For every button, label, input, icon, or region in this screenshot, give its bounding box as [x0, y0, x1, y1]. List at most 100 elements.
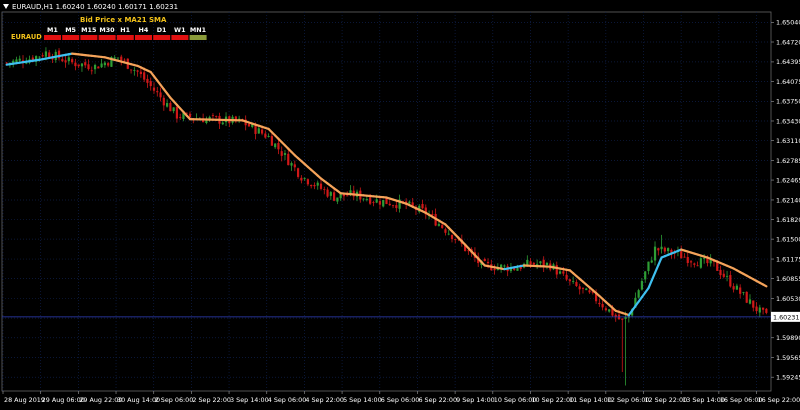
candle-body: [516, 268, 518, 271]
candle-body: [81, 64, 83, 67]
candle-body: [641, 281, 643, 290]
candle-body: [582, 288, 584, 289]
timeframe-label-h1: H1: [120, 26, 130, 34]
timeframe-label-w1: W1: [174, 26, 186, 34]
candle-body: [25, 63, 27, 64]
timeframe-status-m30[interactable]: [99, 35, 116, 40]
y-tick-label: 1.64075: [776, 78, 800, 86]
timeframe-status-h4[interactable]: [135, 35, 152, 40]
candle-body: [222, 123, 224, 125]
candle-body: [765, 309, 767, 313]
candle-body: [389, 204, 391, 205]
candle-body: [64, 60, 66, 62]
candle-body: [451, 235, 453, 239]
candle-body: [385, 198, 387, 204]
candle-body: [569, 279, 571, 281]
y-tick-label: 1.63430: [776, 117, 800, 125]
x-tick-label: 16 Sep 22:00: [758, 396, 800, 404]
candle-body: [153, 88, 155, 91]
candle-body: [45, 51, 47, 56]
candle-body: [120, 57, 122, 61]
candle-body: [317, 183, 319, 186]
candle-body: [212, 115, 214, 116]
timeframe-status-m5[interactable]: [62, 35, 79, 40]
candle-body: [42, 55, 44, 56]
timeframe-status-h1[interactable]: [117, 35, 134, 40]
chart-menu-icon[interactable]: [3, 4, 9, 9]
x-tick-label: 10 Sep 06:00: [494, 396, 537, 404]
candle-body: [140, 72, 142, 74]
candle-body: [559, 271, 561, 273]
timeframe-status-d1[interactable]: [153, 35, 170, 40]
candle-body: [326, 190, 328, 197]
candle-body: [123, 60, 125, 61]
candle-body: [719, 270, 721, 275]
candle-body: [61, 59, 63, 61]
candle-body: [87, 64, 89, 69]
timeframe-label-m1: M1: [47, 26, 58, 34]
candle-body: [107, 63, 109, 65]
candle-body: [310, 185, 312, 186]
chart-canvas[interactable]: 1.650401.647201.643951.640751.637501.634…: [0, 0, 800, 406]
x-tick-label: 28 Aug 2019: [4, 396, 45, 404]
candle-body: [362, 199, 364, 200]
candle-body: [700, 258, 702, 268]
timeframe-label-m5: M5: [65, 26, 76, 34]
candle-body: [644, 271, 646, 279]
candle-body: [163, 98, 165, 106]
timeframe-status-mn1[interactable]: [190, 35, 207, 40]
candle-body: [749, 299, 751, 303]
y-tick-label: 1.64395: [776, 58, 800, 66]
candle-body: [536, 264, 538, 265]
ma-line-segment: [652, 273, 655, 281]
timeframe-label-m30: M30: [99, 26, 115, 34]
timeframe-label-h4: H4: [139, 26, 149, 34]
candle-body: [287, 154, 289, 165]
candle-body: [307, 179, 309, 184]
candle-body: [248, 124, 250, 126]
candle-body: [68, 57, 70, 61]
candle-body: [130, 70, 132, 71]
candle-body: [173, 107, 175, 111]
candle-body: [690, 261, 692, 262]
candle-body: [503, 266, 505, 267]
candle-body: [752, 300, 754, 307]
timeframe-status-m15[interactable]: [80, 35, 97, 40]
candle-body: [598, 303, 600, 304]
candle-body: [284, 153, 286, 155]
candle-body: [346, 196, 348, 197]
y-tick-label: 1.62140: [776, 196, 800, 204]
x-tick-label: 11 Sep 14:00: [569, 396, 612, 404]
candle-body: [421, 204, 423, 208]
candle-body: [19, 59, 21, 61]
candle-body: [454, 239, 456, 240]
x-tick-label: 3 Sep 14:00: [230, 396, 269, 404]
candle-body: [304, 178, 306, 179]
y-tick-label: 1.61820: [776, 216, 800, 224]
candle-body: [6, 63, 8, 64]
candle-body: [101, 64, 103, 68]
x-tick-label: 12 Sep 06:00: [607, 396, 650, 404]
candle-body: [579, 286, 581, 289]
candle-body: [647, 262, 649, 271]
x-tick-label: 29 Aug 06:00: [42, 396, 85, 404]
candle-body: [448, 234, 450, 235]
candle-body: [336, 198, 338, 202]
x-tick-label: 13 Sep 14:00: [682, 396, 725, 404]
candle-body: [379, 201, 381, 205]
candle-body: [290, 163, 292, 166]
timeframe-status-m1[interactable]: [44, 35, 61, 40]
candle-body: [169, 103, 171, 111]
candle-body: [729, 275, 731, 286]
candle-body: [320, 184, 322, 189]
price-chart[interactable]: 1.650401.647201.643951.640751.637501.634…: [0, 0, 800, 406]
candle-body: [71, 59, 73, 62]
candle-body: [264, 134, 266, 138]
candle-body: [667, 248, 669, 251]
candle-body: [366, 199, 368, 200]
candle-body: [493, 269, 495, 270]
y-tick-label: 1.61500: [776, 235, 800, 243]
candle-body: [585, 289, 587, 291]
x-tick-label: 2 Sep 22:00: [192, 396, 231, 404]
timeframe-status-w1[interactable]: [171, 35, 188, 40]
